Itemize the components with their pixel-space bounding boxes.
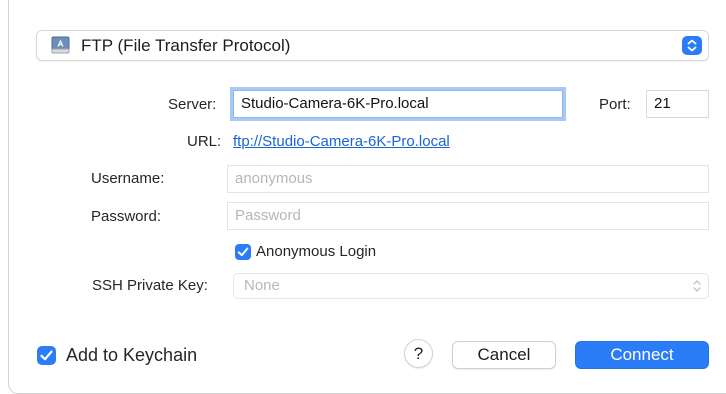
ssh-key-label: SSH Private Key: <box>92 277 208 294</box>
checkmark-icon <box>40 350 53 361</box>
anonymous-login-checkbox[interactable] <box>235 244 251 260</box>
url-link[interactable]: ftp://Studio-Camera-6K-Pro.local <box>233 133 450 150</box>
chevron-updown-icon[interactable] <box>682 36 702 55</box>
port-input[interactable]: 21 <box>646 90 709 118</box>
cancel-button[interactable]: Cancel <box>452 341 556 369</box>
protocol-select[interactable]: FTP (File Transfer Protocol) <box>36 30 709 61</box>
server-drive-icon <box>51 36 70 54</box>
anonymous-login-label: Anonymous Login <box>256 243 377 260</box>
port-label: Port: <box>599 96 631 113</box>
password-input[interactable]: Password <box>227 202 709 230</box>
password-label: Password: <box>91 208 162 225</box>
ssh-key-value: None <box>244 277 280 294</box>
checkmark-icon <box>237 247 249 257</box>
server-label: Server: <box>168 96 217 113</box>
server-input[interactable]: Studio-Camera-6K-Pro.local <box>233 90 563 118</box>
ssh-key-select[interactable]: None <box>233 273 709 299</box>
url-label: URL: <box>187 133 222 150</box>
add-to-keychain-label: Add to Keychain <box>66 345 198 365</box>
chevron-updown-icon <box>693 279 701 293</box>
add-to-keychain-checkbox[interactable] <box>37 346 56 365</box>
username-label: Username: <box>91 170 165 187</box>
connect-button[interactable]: Connect <box>575 341 709 369</box>
username-input[interactable]: anonymous <box>227 165 709 193</box>
help-button[interactable]: ? <box>404 339 433 368</box>
protocol-label: FTP (File Transfer Protocol) <box>81 36 291 55</box>
